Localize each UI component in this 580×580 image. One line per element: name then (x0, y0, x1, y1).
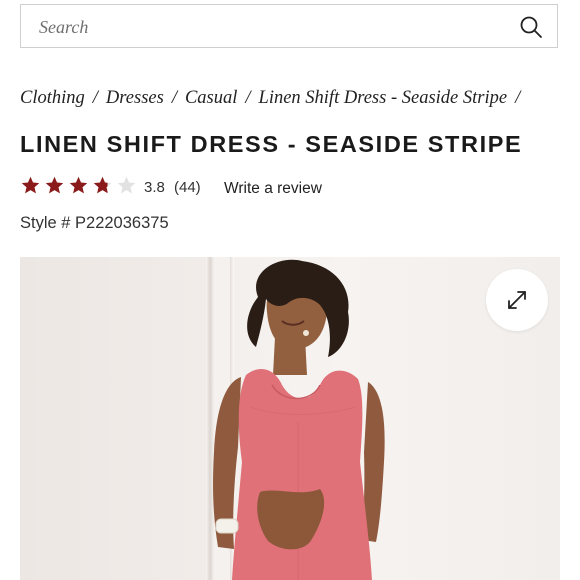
expand-icon (508, 291, 526, 309)
style-number: Style # P222036375 (20, 214, 169, 232)
write-review-link[interactable]: Write a review (224, 180, 322, 198)
breadcrumb-item-clothing[interactable]: Clothing (20, 88, 85, 108)
zoom-button[interactable] (486, 269, 548, 331)
product-title: LINEN SHIFT DRESS - SEASIDE STRIPE (20, 131, 523, 157)
breadcrumb: Clothing / Dresses / Casual / Linen Shift Dres… (20, 88, 565, 114)
breadcrumb-item-current[interactable]: Linen Shift Dress - Seaside Stripe (259, 88, 508, 108)
search-input[interactable] (37, 5, 511, 49)
rating-value: 3.8 (144, 179, 165, 196)
search-icon[interactable] (519, 15, 543, 39)
star-icon (93, 176, 112, 194)
model-figure (213, 259, 385, 580)
breadcrumb-separator: / (515, 88, 521, 108)
search-bar (20, 4, 558, 49)
review-count[interactable]: (44) (174, 179, 201, 196)
breadcrumb-separator: / (245, 88, 251, 108)
breadcrumb-item-dresses[interactable]: Dresses (106, 88, 164, 108)
star-icon (69, 176, 88, 194)
rating-row: 3.8 (44) Write a review (20, 175, 560, 201)
star-icon (21, 176, 40, 194)
breadcrumb-separator: / (92, 88, 98, 108)
breadcrumb-separator: / (171, 88, 177, 108)
star-icon (117, 176, 136, 194)
breadcrumb-item-casual[interactable]: Casual (185, 88, 237, 108)
star-icon (45, 176, 64, 194)
product-image[interactable] (20, 257, 560, 580)
